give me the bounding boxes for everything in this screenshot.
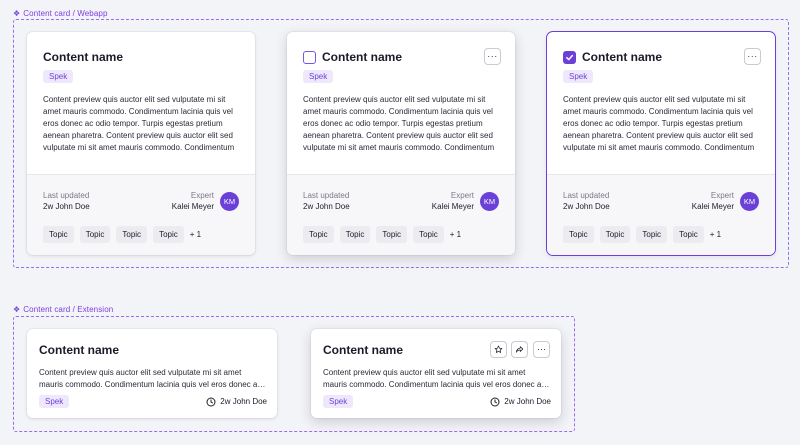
frame-label-extension-text: Content card / Extension xyxy=(23,305,114,314)
topic-chip[interactable]: Topic xyxy=(636,226,668,243)
expert-name: Kalei Meyer xyxy=(431,202,474,211)
last-updated-value: 2w John Doe xyxy=(504,397,551,406)
content-card-selected[interactable]: Content name Spek Content preview quis a… xyxy=(547,32,775,255)
last-updated-value: 2w John Doe xyxy=(303,202,350,211)
extension-card-hover[interactable]: Content name ··· Content preview quis au… xyxy=(311,329,561,418)
card-title: Content name xyxy=(322,50,403,64)
preview-line-2: mauris commodo. Condimentum lacinia quis… xyxy=(323,380,551,389)
card-preview: Content preview quis auctor elit sed vul… xyxy=(39,367,267,391)
last-updated-label: Last updated xyxy=(563,191,610,200)
card-footer: Last updated 2w John Doe Expert Kalei Me… xyxy=(547,174,775,255)
card-preview: Content preview quis auctor elit sed vul… xyxy=(563,95,755,152)
topic-chip[interactable]: Topic xyxy=(413,226,444,243)
more-options-button[interactable]: ··· xyxy=(533,341,550,358)
topics-list: Topic Topic Topic Topic + 1 xyxy=(43,226,239,243)
preview-line-2: mauris commodo. Condimentum lacinia quis… xyxy=(39,380,267,389)
clock-icon xyxy=(490,396,500,407)
more-options-button[interactable]: ··· xyxy=(484,48,501,65)
card-footer: Spek 2w John Doe xyxy=(39,395,267,408)
card-preview: Content preview quis auctor elit sed vul… xyxy=(323,367,551,391)
topic-chip[interactable]: Topic xyxy=(79,226,111,243)
expert-label: Expert xyxy=(450,191,474,200)
content-card-hover[interactable]: Content name Spek Content preview quis a… xyxy=(287,32,515,255)
card-footer: Last updated 2w John Doe Expert Kalei Me… xyxy=(287,174,515,255)
more-topics-count[interactable]: + 1 xyxy=(450,230,461,239)
spek-tag[interactable]: Spek xyxy=(43,70,74,83)
more-topics-count[interactable]: + 1 xyxy=(710,230,721,239)
last-updated: 2w John Doe xyxy=(206,396,267,407)
preview-line-1: Content preview quis auctor elit sed vul… xyxy=(39,368,242,377)
preview-line-1: Content preview quis auctor elit sed vul… xyxy=(323,368,526,377)
topic-chip[interactable]: Topic xyxy=(563,226,594,243)
select-checkbox-checked[interactable] xyxy=(563,50,576,64)
expert-label: Expert xyxy=(710,191,734,200)
content-card-default[interactable]: Content name Spek Content preview quis a… xyxy=(27,32,255,255)
topics-list: Topic Topic Topic Topic + 1 xyxy=(563,226,759,243)
more-dots-icon: ··· xyxy=(747,51,758,61)
favorite-button[interactable] xyxy=(490,341,507,358)
share-icon xyxy=(515,346,524,353)
extension-card-default[interactable]: Content name Content preview quis auctor… xyxy=(27,329,277,418)
spek-tag[interactable]: Spek xyxy=(303,70,334,83)
frame-label-extension: ❖ Content card / Extension xyxy=(13,305,113,314)
spek-tag[interactable]: Spek xyxy=(39,395,70,408)
component-icon: ❖ xyxy=(13,8,21,18)
topic-chip[interactable]: Topic xyxy=(43,226,74,243)
topic-chip[interactable]: Topic xyxy=(339,226,371,243)
more-options-button[interactable]: ··· xyxy=(744,48,761,65)
expert-name: Kalei Meyer xyxy=(171,202,214,211)
check-icon xyxy=(566,54,574,60)
frame-label-webapp-text: Content card / Webapp xyxy=(23,9,108,18)
last-updated-value: 2w John Doe xyxy=(43,202,90,211)
clock-icon xyxy=(206,396,216,407)
card-preview: Content preview quis auctor elit sed vul… xyxy=(303,95,495,152)
last-updated: 2w John Doe xyxy=(490,396,551,407)
card-title: Content name xyxy=(323,343,404,357)
last-updated-label: Last updated xyxy=(303,191,350,200)
last-updated-value: 2w John Doe xyxy=(220,397,267,406)
spek-tag[interactable]: Spek xyxy=(323,395,354,408)
more-dots-icon: ··· xyxy=(537,344,546,354)
card-title: Content name xyxy=(582,50,663,64)
card-top: Content name Spek Content preview quis a… xyxy=(27,32,255,174)
card-footer: Spek 2w John Doe xyxy=(323,395,551,408)
card-footer: Last updated 2w John Doe Expert Kalei Me… xyxy=(27,174,255,255)
expert-name: Kalei Meyer xyxy=(691,202,734,211)
card-title: Content name xyxy=(43,50,124,64)
frame-label-webapp: ❖ Content card / Webapp xyxy=(13,9,108,18)
topic-chip[interactable]: Topic xyxy=(303,226,334,243)
topic-chip[interactable]: Topic xyxy=(673,226,704,243)
share-button[interactable] xyxy=(511,341,528,358)
avatar[interactable]: KM xyxy=(740,191,759,211)
card-top: Content name Spek Content preview quis a… xyxy=(287,32,515,174)
card-preview: Content preview quis auctor elit sed vul… xyxy=(43,95,235,152)
avatar[interactable]: KM xyxy=(480,191,499,211)
select-checkbox[interactable] xyxy=(303,50,316,64)
topic-chip[interactable]: Topic xyxy=(376,226,408,243)
topics-list: Topic Topic Topic Topic + 1 xyxy=(303,226,499,243)
card-top: Content name Spek Content preview quis a… xyxy=(547,32,775,174)
card-title: Content name xyxy=(39,343,120,357)
avatar[interactable]: KM xyxy=(220,191,239,211)
component-icon: ❖ xyxy=(13,304,21,314)
topic-chip[interactable]: Topic xyxy=(153,226,184,243)
last-updated-value: 2w John Doe xyxy=(563,202,610,211)
star-icon xyxy=(494,345,503,353)
expert-label: Expert xyxy=(190,191,214,200)
spek-tag[interactable]: Spek xyxy=(563,70,594,83)
more-topics-count[interactable]: + 1 xyxy=(190,230,201,239)
topic-chip[interactable]: Topic xyxy=(116,226,148,243)
topic-chip[interactable]: Topic xyxy=(599,226,631,243)
more-dots-icon: ··· xyxy=(487,51,498,61)
last-updated-label: Last updated xyxy=(43,191,90,200)
